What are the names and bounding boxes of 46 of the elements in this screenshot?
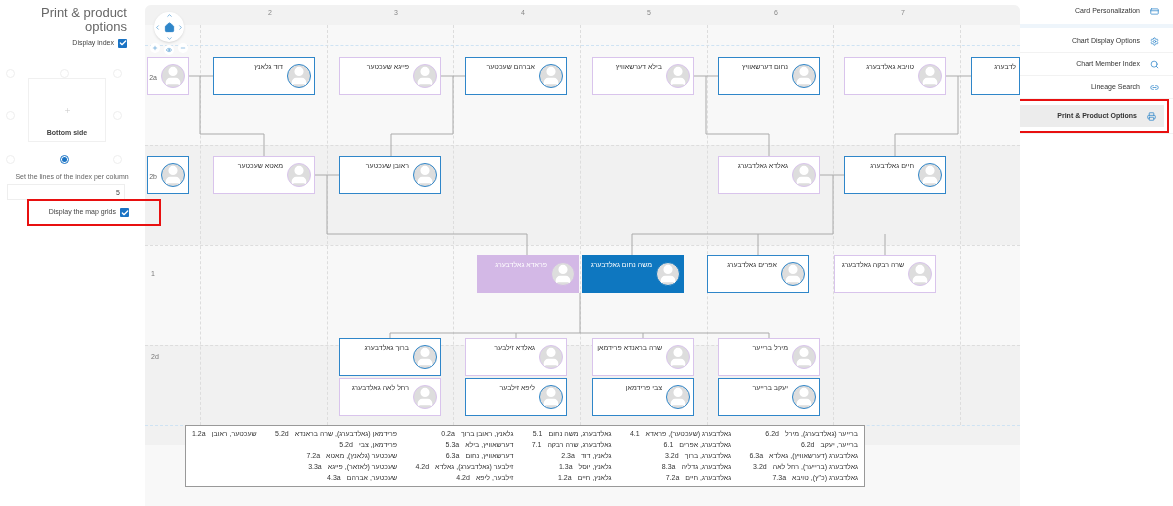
avatar-icon [792,163,816,187]
connector-line [884,233,886,256]
avatar-icon [539,345,563,369]
pan-control[interactable] [154,12,184,42]
avatar-icon [287,163,311,187]
plus-icon [63,107,71,114]
avatar-icon [161,64,185,88]
zoom-in-button[interactable] [150,43,160,53]
chevron-down-icon[interactable] [165,35,173,42]
eye-icon [166,47,172,53]
avatar-icon [666,64,690,88]
avatar-icon [792,345,816,369]
zoom-out-button[interactable] [178,43,188,53]
avatar-icon [792,64,816,88]
link-icon [1150,82,1159,92]
chevron-right-icon[interactable] [177,23,184,31]
chevron-left-icon[interactable] [154,23,161,31]
avatar-icon [908,262,932,286]
avatar-icon [666,385,690,409]
avatar-icon [539,385,563,409]
avatar-icon [413,385,437,409]
chevron-up-icon[interactable] [165,12,173,19]
avatar-icon [918,163,942,187]
avatar-icon [781,262,805,286]
avatar-icon [792,385,816,409]
avatar-icon [413,163,437,187]
plus-icon [152,45,158,51]
avatar-icon [413,345,437,369]
settings-icon [1150,36,1159,46]
view-button[interactable] [164,45,174,55]
home-icon[interactable] [163,21,175,33]
minus-icon [180,45,186,51]
avatar-icon [539,64,563,88]
checkbox[interactable] [118,38,127,48]
avatar-icon [551,262,575,286]
avatar-icon [161,163,185,187]
avatar-icon [656,262,680,286]
card-icon [1150,6,1159,16]
avatar-icon [666,345,690,369]
avatar-icon [413,64,437,88]
avatar-icon [918,64,942,88]
printer-icon [1147,111,1156,121]
checkbox[interactable] [120,208,129,217]
panel-title: Print & product options [40,6,127,34]
search-icon [1150,59,1159,69]
avatar-icon [287,64,311,88]
